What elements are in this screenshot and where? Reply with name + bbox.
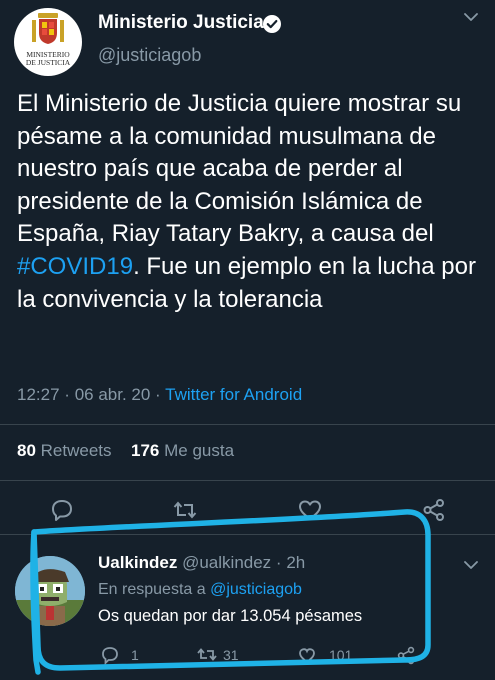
reply-author-avatar[interactable] bbox=[15, 556, 85, 626]
reply-icon[interactable] bbox=[49, 497, 75, 523]
logo-line-2: DE JUSTICIA bbox=[25, 58, 71, 67]
tweet-text: El Ministerio de Justicia quiere mostrar… bbox=[17, 88, 487, 316]
retweets-count: 80 bbox=[17, 441, 36, 460]
reply-separator: · bbox=[275, 553, 282, 572]
reply-time: 2h bbox=[286, 553, 306, 572]
tweet-time: 12:27 bbox=[17, 385, 60, 404]
reply-author-handle[interactable]: @ualkindez bbox=[182, 553, 271, 572]
reply-chevron-down-icon[interactable] bbox=[464, 560, 478, 570]
tweet-date: 06 abr. 20 bbox=[74, 385, 151, 404]
reply-author-name[interactable]: Ualkindez bbox=[98, 553, 177, 572]
verified-badge-icon bbox=[263, 15, 281, 33]
zombie-avatar-icon bbox=[15, 556, 85, 626]
like-icon[interactable] bbox=[297, 497, 323, 523]
reply-retweet-count: 31 bbox=[223, 647, 239, 663]
reply-share-icon[interactable] bbox=[397, 646, 415, 665]
tweet-stats: 80 Retweets 176 Me gusta bbox=[17, 441, 234, 461]
chevron-down-icon[interactable] bbox=[464, 12, 478, 22]
divider bbox=[0, 480, 495, 481]
in-reply-to: En respuesta a @justiciagob bbox=[98, 581, 302, 599]
likes-stat[interactable]: 176 Me gusta bbox=[131, 441, 234, 460]
author-avatar[interactable]: MINISTERIO DE JUSTICIA bbox=[14, 8, 82, 76]
author-name[interactable]: Ministerio Justicia bbox=[98, 12, 264, 34]
in-reply-handle-link[interactable]: @justiciagob bbox=[210, 581, 302, 598]
in-reply-prefix: En respuesta a bbox=[98, 581, 206, 598]
likes-count: 176 bbox=[131, 441, 160, 460]
divider bbox=[0, 534, 495, 535]
logo-text: MINISTERIO DE JUSTICIA bbox=[14, 51, 82, 67]
author-handle[interactable]: @justiciagob bbox=[98, 45, 201, 66]
reply-text: Os quedan por dar 13.054 pésames bbox=[98, 607, 363, 625]
retweets-stat[interactable]: 80 Retweets bbox=[17, 441, 112, 460]
meta-separator: · bbox=[155, 385, 161, 404]
reply-retweet-icon[interactable] bbox=[197, 648, 217, 661]
reply-header: Ualkindez @ualkindez · 2h bbox=[98, 553, 305, 573]
tweet-text-body: El Ministerio de Justicia quiere mostrar… bbox=[17, 90, 462, 248]
retweet-icon[interactable] bbox=[172, 497, 198, 523]
meta-separator: · bbox=[64, 385, 70, 404]
reply-like-icon[interactable] bbox=[299, 648, 315, 664]
retweets-label: Retweets bbox=[40, 441, 112, 460]
divider bbox=[0, 424, 495, 425]
reply-like-count: 101 bbox=[329, 647, 353, 663]
tweet-source-link[interactable]: Twitter for Android bbox=[165, 385, 302, 404]
hashtag-link[interactable]: #COVID19 bbox=[17, 253, 133, 280]
reply-reply-count: 1 bbox=[131, 647, 139, 663]
likes-label: Me gusta bbox=[164, 441, 235, 460]
reply-reply-icon[interactable] bbox=[102, 647, 118, 666]
tweet-metadata: 12:27 · 06 abr. 20 · Twitter for Android bbox=[17, 385, 302, 405]
share-icon[interactable] bbox=[421, 497, 447, 523]
reply-action-bar: 1 31 101 bbox=[102, 646, 415, 666]
